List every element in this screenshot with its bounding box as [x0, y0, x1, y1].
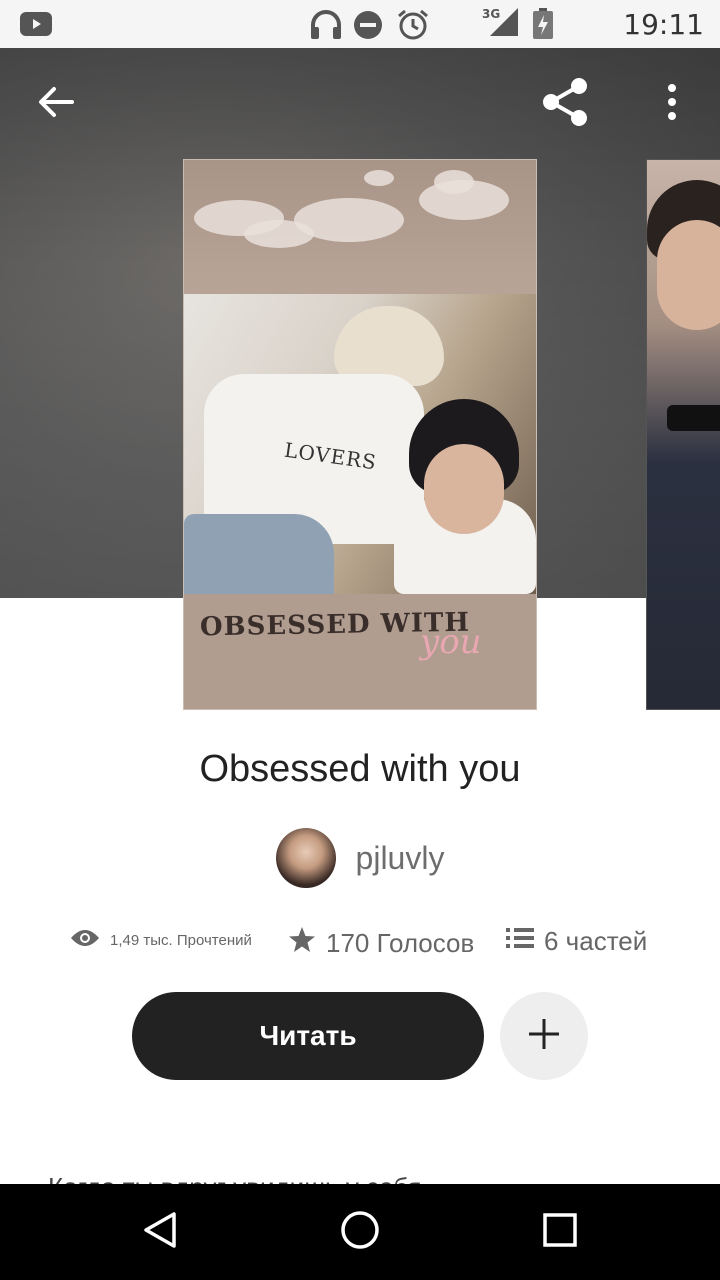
- read-button[interactable]: Читать: [132, 992, 484, 1080]
- nav-home-icon: [340, 1210, 380, 1255]
- author-avatar[interactable]: [275, 828, 336, 888]
- add-to-library-button[interactable]: [500, 992, 588, 1080]
- plus-icon: [527, 1017, 561, 1056]
- reads-count: 1,49 тыс. Прочтений: [110, 931, 252, 949]
- cover-script-text: you: [420, 622, 482, 662]
- status-time: 19:11: [623, 8, 704, 41]
- votes-count: 170 Голосов: [326, 928, 475, 958]
- status-bar: 3G 19:11: [0, 0, 720, 48]
- votes-stat: 170 Голосов: [288, 926, 474, 961]
- battery-icon: [532, 8, 554, 45]
- author-row[interactable]: pjluvly: [0, 828, 720, 888]
- cover-photo: LOVERS: [184, 294, 536, 594]
- parts-stat: 6 частей: [506, 926, 647, 957]
- eye-icon: [70, 928, 110, 952]
- story-cover[interactable]: LOVERS OBSESSED WITH you: [184, 160, 536, 709]
- star-icon: [288, 926, 326, 961]
- parts-count: 6 частей: [544, 926, 648, 956]
- author-name[interactable]: pjluvly: [356, 840, 445, 877]
- more-vertical-icon: [667, 83, 677, 125]
- list-icon: [506, 926, 544, 957]
- youtube-icon: [20, 12, 52, 41]
- cover-sky: [184, 160, 536, 294]
- share-icon: [541, 77, 591, 132]
- svg-text:3G: 3G: [482, 7, 500, 21]
- back-button[interactable]: [30, 78, 82, 130]
- navigation-bar: [0, 1184, 720, 1280]
- signal-icon: 3G: [482, 6, 520, 43]
- arrow-left-icon: [38, 86, 74, 123]
- next-story-cover[interactable]: [647, 160, 720, 709]
- reads-stat: 1,49 тыс. Прочтений: [70, 928, 252, 952]
- alarm-icon: [396, 9, 430, 46]
- more-menu-button[interactable]: [646, 78, 698, 130]
- nav-back-button[interactable]: [112, 1184, 208, 1280]
- nav-back-icon: [140, 1210, 180, 1255]
- nav-recents-icon: [542, 1212, 578, 1253]
- share-button[interactable]: [540, 77, 592, 132]
- nav-recents-button[interactable]: [512, 1184, 608, 1280]
- do-not-disturb-icon: [352, 9, 384, 46]
- nav-home-button[interactable]: [312, 1184, 408, 1280]
- headphones-icon: [308, 9, 344, 46]
- story-title: Obsessed with you: [199, 748, 521, 790]
